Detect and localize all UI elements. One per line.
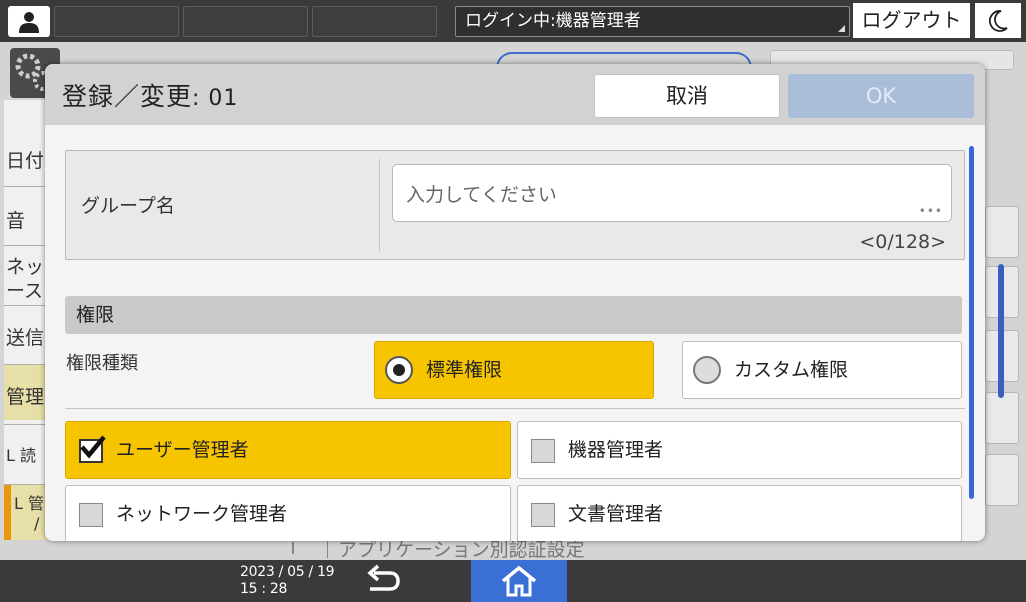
network-admin-label: ネットワーク管理者 xyxy=(116,503,288,525)
login-status-text: ログイン中:機器管理者 xyxy=(465,11,641,31)
network-admin-checkbox[interactable]: ネットワーク管理者 xyxy=(65,485,511,541)
energy-saver-button[interactable] xyxy=(975,3,1021,38)
checkmark-icon xyxy=(80,435,106,459)
radio-unselected-icon xyxy=(693,356,721,384)
dialog-title-text: 登録／変更 xyxy=(62,82,193,111)
background-menu-item: 日付 xyxy=(6,150,45,172)
login-status[interactable]: ログイン中:機器管理者 xyxy=(455,6,850,37)
cancel-button[interactable]: 取消 xyxy=(594,74,780,118)
ellipsis-icon: ••• xyxy=(918,204,943,218)
group-name-placeholder: 入力してください xyxy=(406,184,557,206)
background-menu-item: 音 xyxy=(6,210,26,232)
back-arrow-icon xyxy=(367,564,400,591)
group-name-separator xyxy=(379,159,380,251)
date-time: 2023 / 05 / 19 15 : 28 xyxy=(240,564,335,598)
user-button[interactable] xyxy=(8,6,50,37)
top-bar: ログイン中:機器管理者 ログアウト xyxy=(0,0,1026,42)
background-sub-marker xyxy=(292,542,298,554)
radio-selected-icon xyxy=(385,356,413,384)
group-name-label: グループ名 xyxy=(81,195,175,217)
document-admin-label: 文書管理者 xyxy=(568,503,664,525)
group-name-input[interactable]: 入力してください ••• xyxy=(392,164,952,222)
background-menu-item: 管理 xyxy=(6,386,45,408)
background-selected-marker xyxy=(4,484,11,540)
background-menu-item: ース xyxy=(6,280,44,302)
dialog-title: 登録／変更: 01 xyxy=(62,77,238,113)
home-button[interactable] xyxy=(471,560,567,602)
logout-button[interactable]: ログアウト xyxy=(853,3,970,38)
ok-button[interactable]: OK xyxy=(788,74,974,118)
checkbox-unchecked xyxy=(531,503,555,527)
status-slot-1 xyxy=(54,6,179,37)
background-side-button xyxy=(985,454,1019,506)
background-scroll-indicator xyxy=(998,264,1004,398)
custom-permission-radio[interactable]: カスタム権限 xyxy=(682,341,962,399)
checkbox-checked xyxy=(79,435,106,463)
register-change-dialog: 登録／変更: 01 取消 OK グループ名 入力してください ••• <0/12… xyxy=(45,64,985,541)
dialog-title-number: : 01 xyxy=(192,86,239,111)
moon-icon xyxy=(989,10,1008,32)
home-icon xyxy=(501,565,537,597)
background-menu-item: ネッ xyxy=(6,256,45,278)
status-slot-3 xyxy=(312,6,437,37)
standard-permission-label: 標準権限 xyxy=(426,359,503,381)
background-menu-item: L 読 xyxy=(6,446,37,465)
checkbox-unchecked xyxy=(79,503,103,527)
background-menu-item: / xyxy=(34,514,40,533)
status-slot-2 xyxy=(183,6,308,37)
user-admin-label: ユーザー管理者 xyxy=(116,439,249,461)
group-name-section: グループ名 入力してください ••• <0/128> xyxy=(65,150,965,260)
machine-admin-label: 機器管理者 xyxy=(568,439,664,461)
back-button[interactable] xyxy=(360,563,406,599)
machine-admin-checkbox[interactable]: 機器管理者 xyxy=(517,421,962,479)
date-text: 2023 / 05 / 19 xyxy=(240,564,335,580)
background-side-button xyxy=(985,206,1019,258)
user-icon xyxy=(19,12,39,33)
permissions-divider xyxy=(65,408,965,409)
login-dropdown-corner-icon xyxy=(838,25,845,32)
background-side-button xyxy=(985,392,1019,444)
dialog-scrollbar[interactable] xyxy=(969,146,974,499)
dialog-header: 登録／変更: 01 取消 OK xyxy=(45,64,985,125)
group-name-counter: <0/128> xyxy=(859,231,946,253)
permissions-header: 権限 xyxy=(65,296,962,334)
permission-type-label: 権限種類 xyxy=(66,353,138,374)
background-menu-item: L 管 xyxy=(14,494,45,513)
background-menu-item: 送信 xyxy=(6,327,45,349)
document-admin-checkbox[interactable]: 文書管理者 xyxy=(517,485,962,541)
custom-permission-label: カスタム権限 xyxy=(734,359,849,381)
standard-permission-radio[interactable]: 標準権限 xyxy=(374,341,654,399)
user-admin-checkbox[interactable]: ユーザー管理者 xyxy=(65,421,511,479)
checkbox-unchecked xyxy=(531,439,555,463)
time-text: 15 : 28 xyxy=(240,581,288,597)
